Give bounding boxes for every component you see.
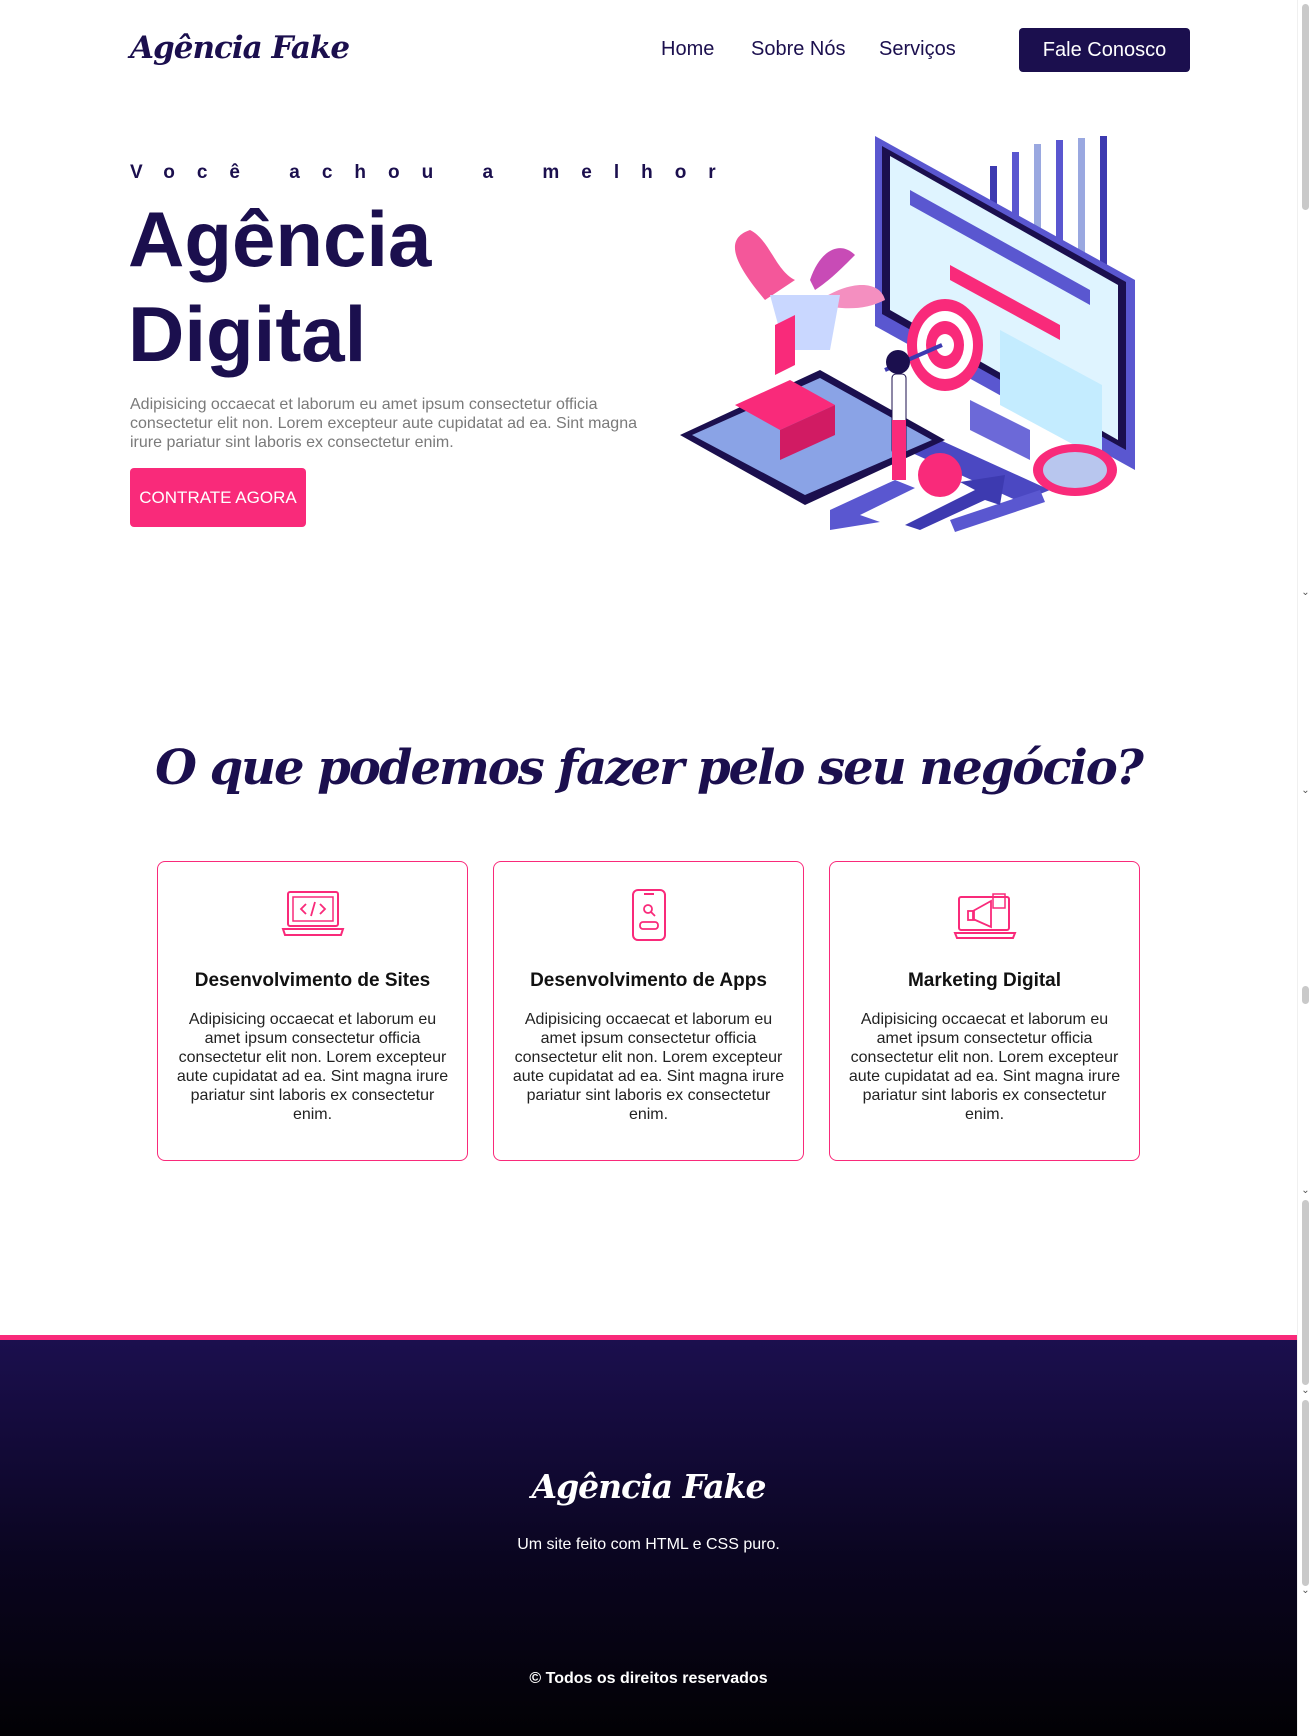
logo[interactable]: Agência Fake: [130, 30, 350, 66]
site-header: Agência Fake Home Sobre Nós Serviços Fal…: [130, 28, 1190, 72]
services-title: O que podemos fazer pelo seu negócio?: [155, 740, 1144, 796]
megaphone-laptop-icon: [953, 893, 1016, 939]
hero-illustration: [680, 136, 1135, 532]
card-text: Adipisicing occaecat et laborum eu amet …: [176, 1011, 449, 1123]
hero-subtitle: Você achou a melhor: [130, 162, 738, 183]
hero-description: Adipisicing occaecat et laborum eu amet …: [130, 396, 637, 451]
nav-home[interactable]: Home: [661, 38, 714, 61]
laptop-code-icon: [281, 891, 344, 936]
scroll-thumb[interactable]: [1302, 1200, 1309, 1385]
service-card-marketing: Marketing Digital Adipisicing occaecat e…: [829, 861, 1140, 1161]
scroll-thumb[interactable]: [1302, 986, 1309, 1004]
scroll-thumb[interactable]: [1302, 1400, 1309, 1586]
mobile-app-icon: [631, 889, 666, 941]
scroll-down-icon[interactable]: ⌄: [1300, 1186, 1311, 1196]
contact-button[interactable]: Fale Conosco: [1019, 28, 1190, 72]
nav-about[interactable]: Sobre Nós: [751, 38, 846, 61]
badge-icon: [918, 453, 962, 497]
card-text: Adipisicing occaecat et laborum eu amet …: [848, 1011, 1121, 1123]
service-card-sites: Desenvolvimento de Sites Adipisicing occ…: [157, 861, 468, 1161]
scroll-down-icon[interactable]: ⌄: [1300, 1586, 1311, 1596]
nav-services[interactable]: Serviços: [879, 38, 956, 61]
hero-title-line1: Agência: [128, 195, 432, 283]
service-card-apps: Desenvolvimento de Apps Adipisicing occa…: [493, 861, 804, 1161]
footer-tagline: Um site feito com HTML e CSS puro.: [517, 1536, 780, 1553]
plant-icon: [734, 230, 885, 350]
hire-now-button[interactable]: CONTRATE AGORA: [130, 468, 306, 527]
hero-title-line2: Digital: [128, 290, 367, 378]
scroll-down-icon[interactable]: ⌄: [1300, 588, 1311, 598]
hero-title: Agência Digital: [128, 192, 688, 382]
scroll-down-icon[interactable]: ⌄: [1300, 1386, 1311, 1396]
card-title: Desenvolvimento de Apps: [530, 970, 767, 991]
scroll-down-icon[interactable]: ⌄: [1300, 786, 1311, 796]
scrollbar[interactable]: ⌄ ⌄ ⌄ ⌄ ⌄: [1297, 0, 1312, 1736]
card-text: Adipisicing occaecat et laborum eu amet …: [512, 1011, 785, 1123]
card-title: Desenvolvimento de Sites: [194, 970, 431, 991]
site-footer: Agência Fake Um site feito com HTML e CS…: [0, 1335, 1297, 1736]
page: Agência Fake Home Sobre Nós Serviços Fal…: [0, 0, 1297, 1736]
scroll-thumb[interactable]: [1302, 4, 1309, 210]
card-title: Marketing Digital: [907, 970, 1062, 991]
footer-logo[interactable]: Agência Fake: [0, 1467, 1297, 1506]
footer-copyright: © Todos os direitos reservados: [529, 1670, 768, 1687]
